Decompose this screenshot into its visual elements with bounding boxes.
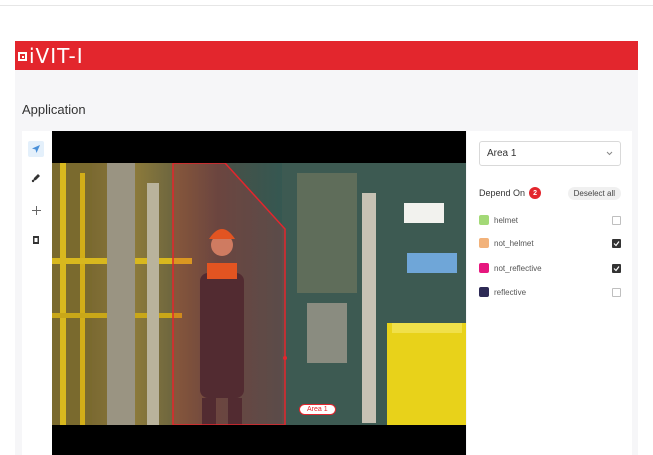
class-item[interactable]: reflective bbox=[479, 284, 621, 300]
checkmark-icon bbox=[613, 240, 620, 246]
class-checkbox[interactable] bbox=[612, 263, 621, 273]
area-config-panel: Area 1 Depend On 2 Deselect all helmet n… bbox=[467, 131, 632, 455]
area-name-tag: Area 1 bbox=[299, 404, 336, 415]
class-color-swatch bbox=[479, 215, 489, 225]
class-item[interactable]: helmet bbox=[479, 212, 621, 228]
depend-on-header: Depend On 2 Deselect all bbox=[479, 185, 621, 201]
page-title: Application bbox=[22, 102, 86, 117]
class-label: helmet bbox=[494, 215, 519, 225]
video-canvas[interactable]: Area 1 bbox=[52, 131, 466, 455]
cursor-tool-button[interactable] bbox=[28, 141, 44, 157]
class-checkbox[interactable] bbox=[612, 238, 621, 248]
crosshair-tool-button[interactable] bbox=[28, 202, 44, 218]
class-color-swatch bbox=[479, 263, 489, 273]
area-select-value: Area 1 bbox=[487, 148, 517, 159]
selected-count-badge: 2 bbox=[529, 187, 542, 199]
brand-name: iVIT-I bbox=[29, 43, 84, 68]
class-color-swatch bbox=[479, 287, 489, 297]
class-item[interactable]: not_reflective bbox=[479, 260, 621, 276]
class-checkbox[interactable] bbox=[612, 215, 621, 225]
area-select[interactable]: Area 1 bbox=[479, 141, 621, 166]
polygon-tool-button[interactable] bbox=[28, 170, 44, 186]
brand-logo[interactable]: iVIT-I bbox=[18, 44, 84, 68]
class-item[interactable]: not_helmet bbox=[479, 235, 621, 251]
class-label: reflective bbox=[494, 287, 527, 297]
polygon-pen-icon bbox=[31, 174, 40, 183]
scene-illustration bbox=[52, 162, 466, 426]
class-color-swatch bbox=[479, 238, 489, 248]
class-label: not_reflective bbox=[494, 263, 542, 273]
cursor-arrow-icon bbox=[32, 145, 40, 153]
class-checkbox[interactable] bbox=[612, 287, 621, 297]
eraser-icon bbox=[33, 236, 39, 244]
crosshair-plus-icon bbox=[31, 205, 41, 215]
logo-mark-icon bbox=[18, 52, 27, 61]
checkmark-icon bbox=[613, 265, 620, 271]
class-label: not_helmet bbox=[494, 238, 534, 248]
drawing-toolbar bbox=[22, 131, 52, 455]
brand-header-bar: iVIT-I bbox=[15, 41, 638, 70]
camera-frame bbox=[52, 162, 466, 426]
eraser-tool-button[interactable] bbox=[28, 232, 44, 248]
deselect-all-button[interactable]: Deselect all bbox=[567, 186, 621, 200]
depend-on-label: Depend On bbox=[479, 188, 526, 198]
top-divider bbox=[0, 5, 653, 6]
chevron-down-icon bbox=[606, 151, 613, 156]
